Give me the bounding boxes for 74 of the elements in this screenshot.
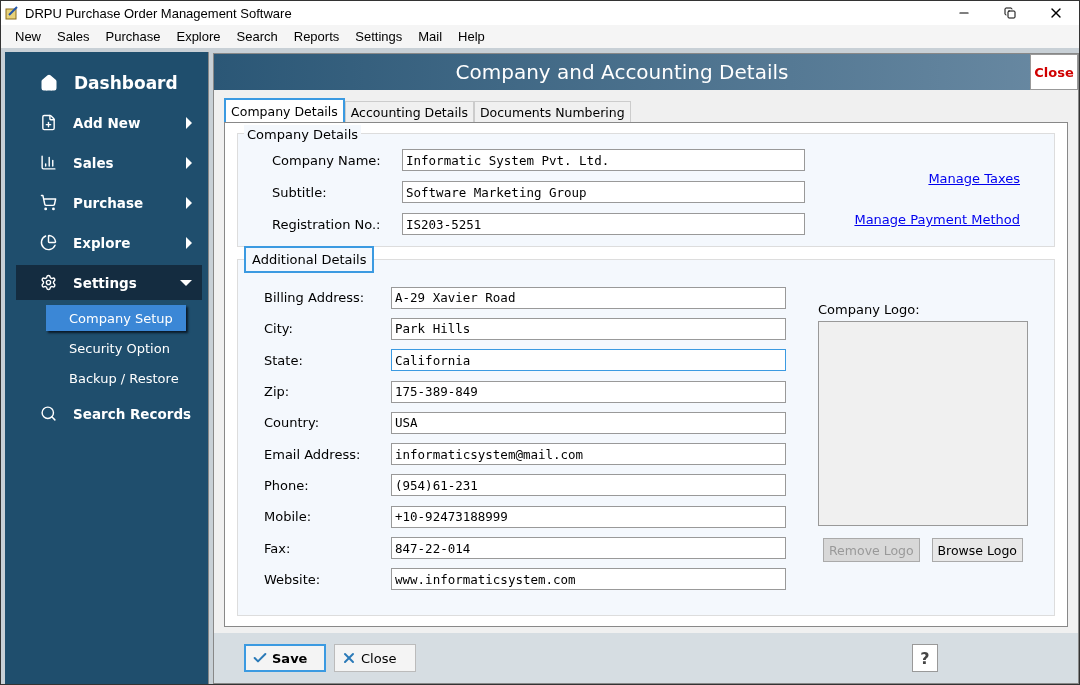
tab[interactable]: Documents Numbering: [473, 101, 631, 122]
field-label: Billing Address:: [264, 290, 366, 306]
caret-icon: [180, 279, 192, 286]
text-field[interactable]: +10-92473188999: [391, 505, 786, 528]
field-label: Phone:: [264, 477, 310, 493]
caret-icon: [186, 116, 192, 129]
menu-item[interactable]: Reports: [285, 29, 348, 44]
menu-item[interactable]: Explore: [168, 29, 229, 44]
tab[interactable]: Accounting Details: [344, 101, 474, 122]
text-field[interactable]: Park Hills: [391, 317, 786, 340]
text-field[interactable]: IS203-5251: [402, 213, 805, 235]
sidebar-subitem[interactable]: Company Setup: [46, 305, 186, 331]
bar-chart-icon: [40, 154, 57, 171]
field-label: Email Address:: [264, 446, 362, 462]
field-label: Mobile:: [264, 509, 313, 525]
menu-item[interactable]: Sales: [49, 29, 98, 44]
logo-button[interactable]: Browse Logo: [931, 538, 1023, 562]
logo-label: Company Logo:: [818, 302, 921, 317]
field-label: Registration No.:: [272, 216, 382, 232]
link[interactable]: Manage Taxes: [928, 171, 1020, 186]
app-icon: [5, 6, 19, 20]
sidebar-item[interactable]: Sales: [16, 145, 202, 180]
close-icon: [341, 650, 357, 666]
panel-title: Company and Accounting Details: [454, 60, 790, 84]
menu-item[interactable]: Purchase: [97, 29, 169, 44]
text-field[interactable]: A-29 Xavier Road: [391, 286, 786, 309]
home-icon: [40, 73, 58, 92]
link[interactable]: Manage Payment Method: [854, 212, 1020, 227]
tab[interactable]: Company Details: [224, 98, 345, 122]
field-label: City:: [264, 321, 294, 337]
gear-icon: [40, 274, 57, 291]
menu-item[interactable]: Search: [228, 29, 286, 44]
menu-item[interactable]: New: [7, 29, 49, 44]
field-label: Website:: [264, 571, 322, 587]
text-field[interactable]: California: [391, 349, 786, 372]
caret-icon: [186, 196, 192, 209]
window-title: DRPU Purchase Order Management Software: [25, 5, 293, 21]
caret-icon: [186, 236, 192, 249]
menu-item[interactable]: Mail: [410, 29, 451, 44]
sidebar-item[interactable]: Settings: [16, 265, 202, 300]
sidebar-subitem[interactable]: Security Option: [46, 335, 186, 361]
field-label: Zip:: [264, 384, 291, 400]
field-label: Fax:: [264, 540, 292, 556]
text-field[interactable]: informaticsystem@mail.com: [391, 443, 786, 466]
text-field[interactable]: Informatic System Pvt. Ltd.: [402, 149, 805, 171]
help-button[interactable]: ?: [912, 644, 938, 672]
text-field[interactable]: www.informaticsystem.com: [391, 568, 786, 591]
sidebar-item[interactable]: Explore: [16, 225, 202, 260]
caret-icon: [186, 156, 192, 169]
menu-item[interactable]: Help: [450, 29, 493, 44]
close-button[interactable]: Close: [334, 644, 416, 672]
file-plus-icon: [40, 114, 57, 131]
text-field[interactable]: USA: [391, 411, 786, 434]
group-title: Company Details: [244, 125, 362, 144]
text-field[interactable]: 847-22-014: [391, 537, 786, 559]
save-button[interactable]: Save: [244, 644, 326, 672]
cart-icon: [40, 194, 57, 211]
text-field[interactable]: Software Marketing Group: [402, 181, 805, 203]
group-title: Additional Details: [244, 246, 375, 273]
sidebar-item[interactable]: Search Records: [16, 396, 202, 431]
field-label: Company Name:: [272, 152, 382, 168]
field-label: Country:: [264, 415, 321, 431]
sidebar-subitem[interactable]: Backup / Restore: [46, 365, 186, 391]
search-icon: [40, 405, 57, 422]
close-button[interactable]: Close: [1030, 54, 1078, 90]
pie-chart-icon: [40, 234, 57, 251]
text-field[interactable]: (954)61-231: [391, 474, 786, 497]
menu-item[interactable]: Settings: [347, 29, 411, 44]
field-label: Subtitle:: [272, 184, 328, 200]
sidebar-title[interactable]: Dashboard: [74, 72, 202, 93]
text-field[interactable]: 175-389-849: [391, 380, 786, 403]
sidebar-item[interactable]: Add New: [16, 105, 202, 140]
sidebar-item[interactable]: Purchase: [16, 185, 202, 220]
field-label: State:: [264, 352, 304, 368]
